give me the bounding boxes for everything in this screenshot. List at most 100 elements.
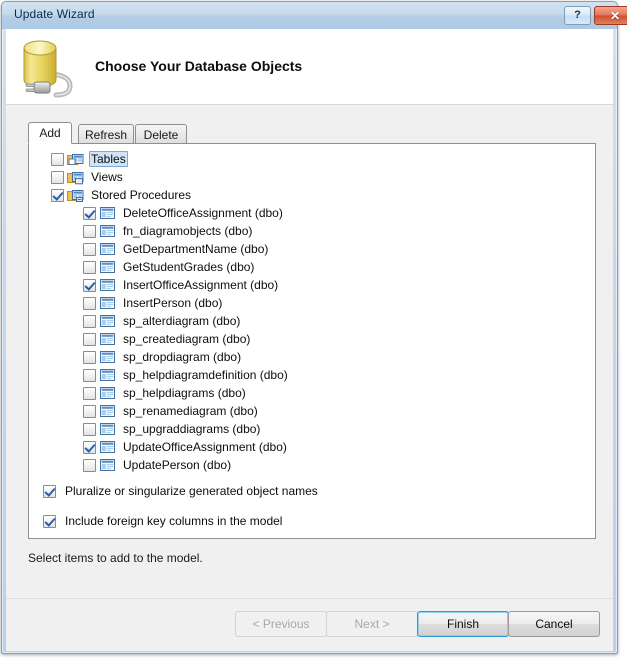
active-tab-joint xyxy=(29,143,71,145)
tab-add[interactable]: Add xyxy=(28,122,72,144)
tree-node[interactable]: InsertOfficeAssignment (dbo) xyxy=(29,276,595,294)
tree-node-checkbox[interactable] xyxy=(83,206,96,220)
stored-procedure-icon xyxy=(99,350,116,365)
tree-node-label: UpdatePerson (dbo) xyxy=(123,458,232,472)
tree-node-label: InsertPerson (dbo) xyxy=(123,296,223,310)
stored-procedure-icon xyxy=(99,242,116,257)
stored-procedure-icon xyxy=(99,296,116,311)
tab-refresh[interactable]: Refresh xyxy=(78,124,134,144)
tree-node-checkbox[interactable] xyxy=(83,368,96,382)
tree-node-label: DeleteOfficeAssignment (dbo) xyxy=(123,206,283,220)
tree-node[interactable]: fn_diagramobjects (dbo) xyxy=(29,222,595,240)
page-title: Choose Your Database Objects xyxy=(95,58,303,74)
header-banner: Choose Your Database Objects xyxy=(6,29,613,105)
tree-node[interactable]: Tables xyxy=(29,150,595,168)
foreign-key-option-checkbox[interactable] xyxy=(43,514,56,528)
tree-node-label: sp_creatediagram (dbo) xyxy=(123,332,251,346)
tables-folder-icon xyxy=(67,152,84,167)
stored-procedures-folder-icon xyxy=(67,188,84,203)
tab-strip-baseline xyxy=(28,143,594,144)
tree-node-label: UpdateOfficeAssignment (dbo) xyxy=(123,440,287,454)
tree-node[interactable]: UpdateOfficeAssignment (dbo) xyxy=(29,438,595,456)
tree-node[interactable]: sp_alterdiagram (dbo) xyxy=(29,312,595,330)
tree-node-checkbox[interactable] xyxy=(83,224,96,238)
tree-node[interactable]: Views xyxy=(29,168,595,186)
tree-node-checkbox[interactable] xyxy=(51,188,64,202)
tree-node-label: sp_helpdiagramdefinition (dbo) xyxy=(123,368,288,382)
finish-button[interactable]: Finish xyxy=(417,611,509,637)
tree-node-checkbox[interactable] xyxy=(83,332,96,346)
tree-node-label: GetStudentGrades (dbo) xyxy=(123,260,255,274)
status-text: Select items to add to the model. xyxy=(28,551,203,565)
tree-node-checkbox[interactable] xyxy=(83,386,96,400)
cancel-button[interactable]: Cancel xyxy=(508,611,600,637)
tree-node-checkbox[interactable] xyxy=(51,170,64,184)
stored-procedure-icon xyxy=(99,260,116,275)
foreign-key-option-label: Include foreign key columns in the model xyxy=(65,514,283,528)
tree-node-label: sp_helpdiagrams (dbo) xyxy=(123,386,246,400)
pluralize-option-label: Pluralize or singularize generated objec… xyxy=(65,484,318,498)
tree-node[interactable]: Stored Procedures xyxy=(29,186,595,204)
tree-node[interactable]: sp_upgraddiagrams (dbo) xyxy=(29,420,595,438)
tree-node-checkbox[interactable] xyxy=(83,260,96,274)
tree-node-label: GetDepartmentName (dbo) xyxy=(123,242,269,256)
stored-procedure-icon xyxy=(99,404,116,419)
tree-node[interactable]: UpdatePerson (dbo) xyxy=(29,456,595,474)
stored-procedure-icon xyxy=(99,422,116,437)
stored-procedure-icon xyxy=(99,206,116,221)
pluralize-option[interactable]: Pluralize or singularize generated objec… xyxy=(43,484,318,498)
help-icon[interactable]: ? xyxy=(564,6,591,25)
tree-node-checkbox[interactable] xyxy=(83,314,96,328)
tree-node-label: fn_diagramobjects (dbo) xyxy=(123,224,253,238)
stored-procedure-icon xyxy=(99,458,116,473)
window-title: Update Wizard xyxy=(14,7,95,21)
update-wizard-dialog: Update Wizard ? ✕ Choose Your Database O… xyxy=(0,0,627,664)
stored-procedure-icon xyxy=(99,278,116,293)
tree-node-label: InsertOfficeAssignment (dbo) xyxy=(123,278,279,292)
tree-node-checkbox[interactable] xyxy=(83,458,96,472)
tree-node[interactable]: InsertPerson (dbo) xyxy=(29,294,595,312)
tree-node[interactable]: GetDepartmentName (dbo) xyxy=(29,240,595,258)
tree-node-checkbox[interactable] xyxy=(83,296,96,310)
tree-node-checkbox[interactable] xyxy=(83,242,96,256)
tree-node-label: sp_dropdiagram (dbo) xyxy=(123,350,242,364)
tab-strip: Add Refresh Delete xyxy=(28,122,594,145)
stored-procedure-icon xyxy=(99,368,116,383)
tree-node[interactable]: GetStudentGrades (dbo) xyxy=(29,258,595,276)
stored-procedure-icon xyxy=(99,224,116,239)
tree-node-label: Views xyxy=(91,170,123,184)
tree-node[interactable]: sp_helpdiagramdefinition (dbo) xyxy=(29,366,595,384)
tree-node-label: Stored Procedures xyxy=(91,188,192,202)
dialog-footer: < Previous Next > Finish Cancel xyxy=(6,598,613,651)
stored-procedure-icon xyxy=(99,440,116,455)
foreign-key-option[interactable]: Include foreign key columns in the model xyxy=(43,514,282,528)
tab-panel-add: Tables Views Stored Procedures DeleteOffice… xyxy=(28,143,596,539)
previous-button: < Previous xyxy=(235,611,327,637)
tree-node[interactable]: sp_renamediagram (dbo) xyxy=(29,402,595,420)
tree-node[interactable]: DeleteOfficeAssignment (dbo) xyxy=(29,204,595,222)
close-icon[interactable]: ✕ xyxy=(594,6,627,25)
tree-node-label: sp_upgraddiagrams (dbo) xyxy=(123,422,261,436)
tab-delete[interactable]: Delete xyxy=(135,124,187,144)
tree-node-checkbox[interactable] xyxy=(83,422,96,436)
database-connection-icon xyxy=(18,36,86,103)
stored-procedure-icon xyxy=(99,332,116,347)
tree-node[interactable]: sp_helpdiagrams (dbo) xyxy=(29,384,595,402)
tree-node-checkbox[interactable] xyxy=(83,404,96,418)
stored-procedure-icon xyxy=(99,314,116,329)
tree-node-checkbox[interactable] xyxy=(83,278,96,292)
database-objects-tree: Tables Views Stored Procedures DeleteOffice… xyxy=(29,150,595,474)
tree-node[interactable]: sp_dropdiagram (dbo) xyxy=(29,348,595,366)
tree-node[interactable]: sp_creatediagram (dbo) xyxy=(29,330,595,348)
pluralize-option-checkbox[interactable] xyxy=(43,484,56,498)
tree-node-label: Tables xyxy=(89,151,128,167)
tree-node-label: sp_alterdiagram (dbo) xyxy=(123,314,241,328)
stored-procedure-icon xyxy=(99,386,116,401)
dialog-body: Add Refresh Delete Tables Views Stored Proce… xyxy=(6,105,613,598)
views-folder-icon xyxy=(67,170,84,185)
title-bar[interactable]: Update Wizard ? ✕ xyxy=(2,2,627,29)
tree-node-checkbox[interactable] xyxy=(51,152,64,166)
tree-node-checkbox[interactable] xyxy=(83,350,96,364)
next-button: Next > xyxy=(326,611,418,637)
tree-node-checkbox[interactable] xyxy=(83,440,96,454)
